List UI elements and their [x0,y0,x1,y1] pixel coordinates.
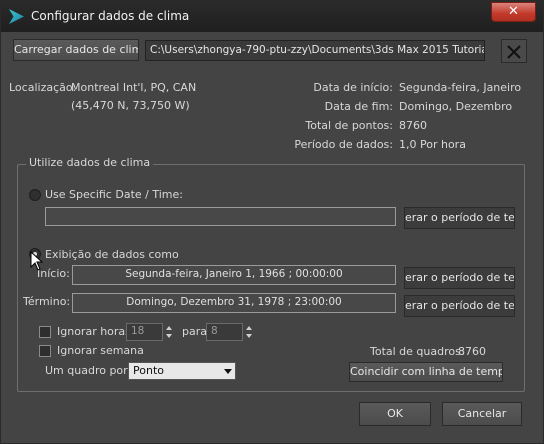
hours-to-label: para [182,325,207,338]
ignore-week-label: Ignorar semana [57,344,144,357]
end-generate-period-button[interactable]: erar o período de temp [404,295,515,317]
ignore-week-checkbox[interactable] [39,345,51,357]
spinner-down-icon [246,334,252,338]
use-specific-date-label: Use Specific Date / Time: [45,188,183,201]
ok-button[interactable]: OK [359,402,431,426]
end-date-label: Data de fim: [324,100,393,113]
mouse-cursor-icon [30,251,44,271]
frame-per-value: Ponto [133,364,164,377]
spinner-up-icon [166,326,172,330]
close-x-icon [507,45,521,59]
end-date-value: Domingo, Dezembro [399,100,513,113]
clear-file-button[interactable] [501,39,527,63]
group-legend: Utilize dados de clima [26,156,154,169]
hours-to-spinner[interactable] [244,323,255,341]
chevron-down-icon [224,369,232,374]
end-label: Término: [23,295,71,308]
window-close-button[interactable]: ✕ [491,2,536,22]
location-label: Localização: [9,81,77,94]
title-bar: Configurar dados de clima ✕ [1,1,543,32]
end-date-time-field[interactable]: Domingo, Dezembro 31, 1978 ; 23:00:00 [72,293,396,313]
app-logo-icon [9,9,24,24]
display-data-label: Exibição de dados como [45,248,179,261]
spinner-up-icon [246,326,252,330]
total-frames-label: Total de quadros: [370,345,465,358]
data-period-value: 1,0 Por hora [399,138,466,151]
configure-weather-dialog: Configurar dados de clima ✕ Carregar dad… [0,0,544,444]
start-date-time-field[interactable]: Segunda-feira, Janeiro 1, 1966 ; 00:00:0… [72,265,396,285]
load-weather-data-button[interactable]: Carregar dados de clima... [13,39,139,61]
specific-date-field[interactable] [45,207,396,226]
ignore-hours-label: Ignorar horas [57,325,131,338]
frame-per-label: Um quadro por: [45,364,132,377]
location-coordinates: (45,470 N, 73,750 W) [71,99,190,112]
total-frames-value: 8760 [458,345,486,358]
use-specific-date-radio[interactable] [29,189,41,201]
total-points-value: 8760 [399,119,427,132]
start-date-label: Data de início: [313,81,393,94]
start-generate-period-button[interactable]: erar o período de temp [404,267,515,289]
weather-file-path-field[interactable]: C:\Users\zhongya-790-ptu-zzy\Documents\3… [145,40,485,61]
hours-from-spinner[interactable] [164,323,175,341]
match-timeline-button[interactable]: Coincidir com linha de tempo [349,362,503,382]
cancel-button[interactable]: Cancelar [442,402,522,426]
spinner-down-icon [166,334,172,338]
ignore-hours-checkbox[interactable] [39,326,51,338]
total-points-label: Total de pontos: [305,119,393,132]
start-date-value: Segunda-feira, Janeiro [399,81,522,94]
hours-to-input[interactable]: 8 [206,323,243,341]
frame-per-select[interactable]: Ponto [128,362,236,380]
data-period-label: Período de dados: [294,138,393,151]
window-title: Configurar dados de clima [31,9,190,23]
specific-generate-period-button[interactable]: erar o período de temp [404,207,515,229]
hours-from-input[interactable]: 18 [126,323,163,341]
location-value: Montreal Int'l, PQ, CAN [71,81,197,94]
